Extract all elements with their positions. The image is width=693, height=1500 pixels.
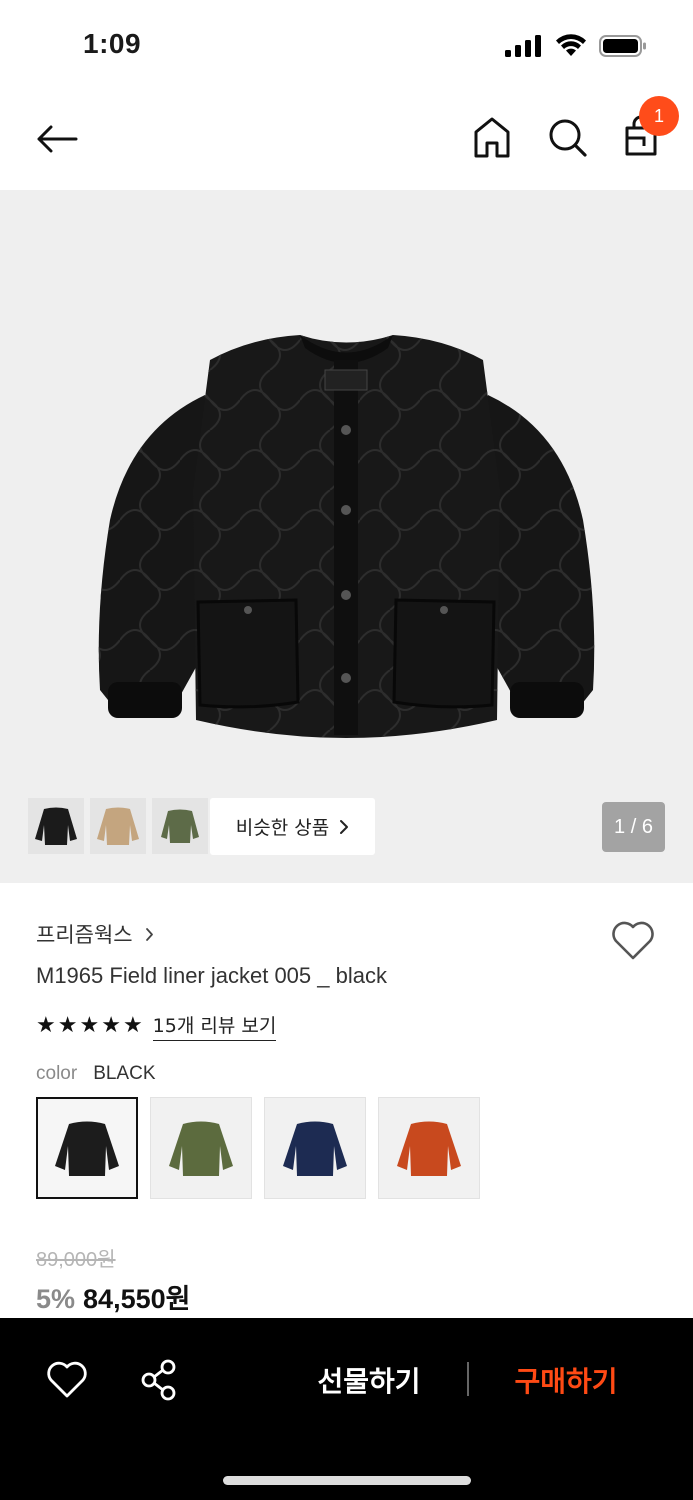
heart-outline-icon bbox=[612, 921, 654, 960]
product-image-gallery[interactable]: 비슷한 상품 1 / 6 bbox=[0, 190, 693, 883]
star-icon: ★ bbox=[79, 1013, 100, 1038]
top-nav-bar bbox=[0, 92, 693, 190]
share-icon bbox=[141, 1359, 176, 1401]
back-arrow-icon bbox=[37, 125, 78, 153]
buy-button[interactable]: 구매하기 bbox=[470, 1356, 662, 1404]
home-icon bbox=[474, 117, 510, 158]
back-button[interactable] bbox=[34, 116, 80, 162]
bottom-action-bar: 선물하기 구매하기 bbox=[0, 1318, 693, 1500]
discount-rate: 5% bbox=[36, 1284, 76, 1314]
search-button[interactable] bbox=[546, 114, 588, 160]
star-icon: ★ bbox=[122, 1013, 143, 1038]
original-price: 89,000원 bbox=[36, 1249, 116, 1271]
signal-icon bbox=[505, 35, 541, 57]
battery-icon bbox=[599, 35, 646, 57]
status-bar: 1:09 bbox=[0, 0, 693, 92]
reviews-link[interactable]: 15개 리뷰 보기 bbox=[152, 1011, 277, 1041]
divider bbox=[467, 1362, 469, 1396]
gift-button[interactable]: 선물하기 bbox=[270, 1356, 468, 1404]
cart-count-badge: 1 bbox=[639, 96, 679, 136]
jacket-black-swatch-image bbox=[55, 1121, 119, 1176]
share-button[interactable] bbox=[138, 1358, 180, 1402]
selected-color-value: BLACK bbox=[93, 1063, 156, 1084]
color-label: color bbox=[36, 1063, 78, 1084]
product-title: M1965 Field liner jacket 005 _ black bbox=[36, 963, 387, 988]
swatch-navy[interactable] bbox=[264, 1097, 366, 1199]
black-jacket-thumb bbox=[35, 807, 77, 845]
thumbnail-strip bbox=[28, 798, 208, 854]
search-icon bbox=[549, 119, 587, 157]
status-time: 1:09 bbox=[83, 28, 142, 59]
swatch-black[interactable] bbox=[36, 1097, 138, 1199]
heart-outline-icon bbox=[47, 1361, 87, 1398]
chevron-right-icon bbox=[340, 819, 349, 834]
status-icons bbox=[505, 34, 647, 58]
jacket-orange-swatch-image bbox=[397, 1121, 461, 1176]
similar-products-label: 비슷한 상품 bbox=[235, 817, 330, 839]
price-row: 5% 84,550원 bbox=[36, 1277, 190, 1316]
rating-row: ★ ★ ★ ★ ★ 15개 리뷰 보기 bbox=[36, 1011, 277, 1041]
sale-price: 84,550원 bbox=[83, 1284, 191, 1314]
star-rating: ★ ★ ★ ★ ★ bbox=[36, 1015, 143, 1037]
image-page-indicator: 1 / 6 bbox=[602, 802, 665, 852]
jacket-navy-swatch-image bbox=[283, 1121, 347, 1176]
color-swatches bbox=[36, 1097, 480, 1199]
product-jacket-image bbox=[98, 335, 595, 738]
swatch-orange[interactable] bbox=[378, 1097, 480, 1199]
brand-name: 프리즘웍스 bbox=[36, 923, 133, 947]
star-icon: ★ bbox=[36, 1013, 56, 1038]
wishlist-button[interactable] bbox=[610, 919, 656, 961]
wifi-icon bbox=[556, 34, 586, 56]
thumbnail-olive-jacket[interactable] bbox=[152, 798, 208, 854]
jacket-olive-swatch-image bbox=[169, 1121, 233, 1176]
chevron-right-icon bbox=[145, 927, 153, 941]
bottom-wishlist-button[interactable] bbox=[46, 1360, 88, 1400]
star-icon: ★ bbox=[57, 1013, 78, 1038]
similar-products-button[interactable]: 비슷한 상품 bbox=[210, 798, 375, 855]
home-button[interactable] bbox=[471, 114, 513, 160]
olive-jacket-thumb bbox=[161, 809, 199, 843]
beige-jacket-thumb bbox=[97, 807, 139, 845]
home-indicator bbox=[223, 1476, 471, 1485]
swatch-olive[interactable] bbox=[150, 1097, 252, 1199]
brand-link[interactable]: 프리즘웍스 bbox=[36, 919, 154, 949]
thumbnail-black-jacket[interactable] bbox=[28, 798, 84, 854]
star-icon: ★ bbox=[101, 1013, 121, 1038]
color-selector-label: color BLACK bbox=[36, 1063, 156, 1085]
thumbnail-beige-jacket[interactable] bbox=[90, 798, 146, 854]
